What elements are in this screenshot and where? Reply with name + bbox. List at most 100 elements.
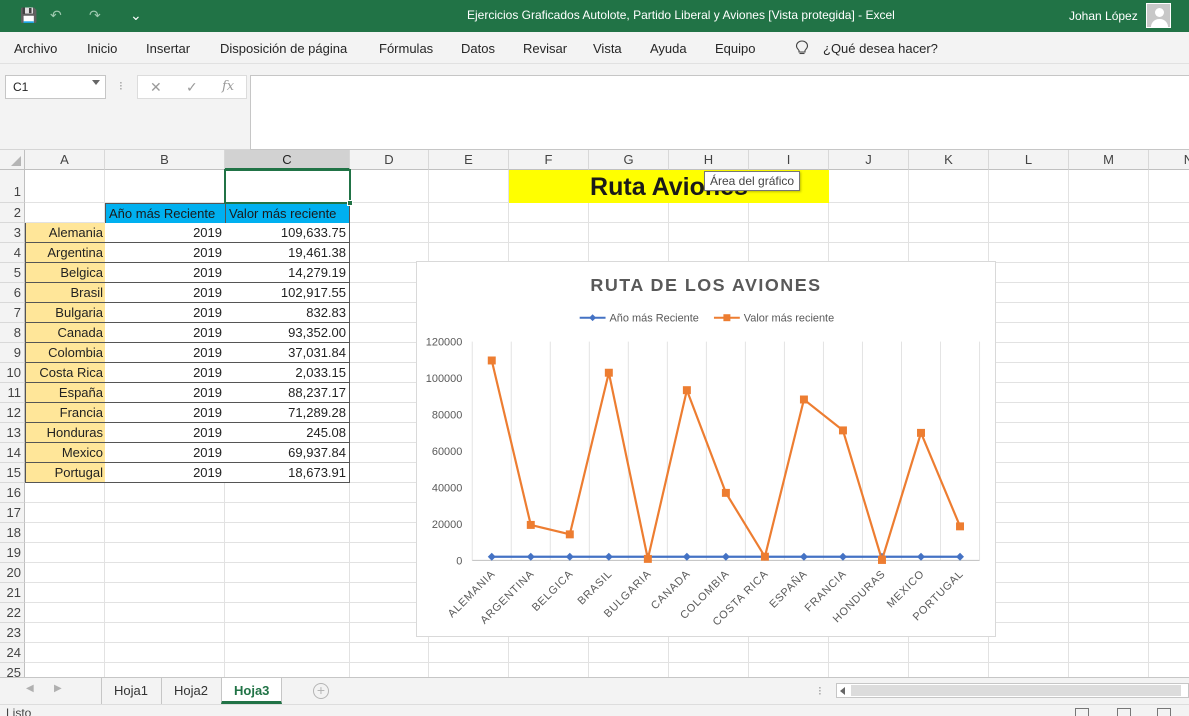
column-header-h[interactable]: H (669, 150, 749, 170)
year-cell[interactable]: 2019 (105, 223, 226, 243)
tab-datos[interactable]: Datos (461, 41, 495, 56)
tab-ayuda[interactable]: Ayuda (650, 41, 687, 56)
user-name[interactable]: Johan López (1069, 9, 1138, 23)
column-header-l[interactable]: L (989, 150, 1069, 170)
tab-equipo[interactable]: Equipo (715, 41, 755, 56)
country-cell[interactable]: Bulgaria (25, 303, 106, 323)
page-layout-view-icon[interactable] (1117, 708, 1131, 716)
name-box-dropdown-icon[interactable] (92, 80, 100, 85)
year-cell[interactable]: 2019 (105, 323, 226, 343)
undo-icon[interactable]: ↶ (50, 7, 62, 24)
row-header-2[interactable]: 2 (0, 203, 25, 223)
row-header-12[interactable]: 12 (0, 403, 25, 423)
enter-icon[interactable]: ✓ (186, 79, 198, 96)
column-header-c[interactable]: C (225, 150, 350, 170)
cancel-icon[interactable]: ✕ (150, 79, 162, 96)
column-header-b[interactable]: B (105, 150, 225, 170)
year-cell[interactable]: 2019 (105, 383, 226, 403)
country-cell[interactable]: Brasil (25, 283, 106, 303)
country-cell[interactable]: Belgica (25, 263, 106, 283)
tell-me-search[interactable]: ¿Qué desea hacer? (823, 41, 938, 56)
row-header-18[interactable]: 18 (0, 523, 25, 543)
value-cell[interactable]: 88,237.17 (225, 383, 350, 403)
country-cell[interactable]: Francia (25, 403, 106, 423)
year-cell[interactable]: 2019 (105, 303, 226, 323)
row-header-24[interactable]: 24 (0, 643, 25, 663)
row-header-10[interactable]: 10 (0, 363, 25, 383)
value-cell[interactable]: 14,279.19 (225, 263, 350, 283)
line-chart[interactable]: RUTA DE LOS AVIONES 0 20000 40000 60000 80000… (416, 261, 996, 637)
row-header-8[interactable]: 8 (0, 323, 25, 343)
row-header-5[interactable]: 5 (0, 263, 25, 283)
country-cell[interactable]: Colombia (25, 343, 106, 363)
select-all-button[interactable] (0, 150, 25, 170)
formula-bar-grip-icon[interactable]: ⁝ (119, 79, 123, 93)
scroll-left-icon[interactable] (840, 687, 845, 695)
row-header-4[interactable]: 4 (0, 243, 25, 263)
country-cell[interactable]: Argentina (25, 243, 106, 263)
row-header-23[interactable]: 23 (0, 623, 25, 643)
row-header-14[interactable]: 14 (0, 443, 25, 463)
column-header-e[interactable]: E (429, 150, 509, 170)
country-cell[interactable]: Mexico (25, 443, 106, 463)
row-header-13[interactable]: 13 (0, 423, 25, 443)
value-cell[interactable]: 71,289.28 (225, 403, 350, 423)
value-cell[interactable]: 37,031.84 (225, 343, 350, 363)
redo-icon[interactable]: ↷ (89, 7, 101, 24)
tab-vista[interactable]: Vista (593, 41, 622, 56)
scrollbar-thumb[interactable] (851, 685, 1181, 696)
row-header-17[interactable]: 17 (0, 503, 25, 523)
column-header-f[interactable]: F (509, 150, 589, 170)
column-header-g[interactable]: G (589, 150, 669, 170)
column-header-k[interactable]: K (909, 150, 989, 170)
year-cell[interactable]: 2019 (105, 463, 226, 483)
name-box[interactable]: C1 (5, 75, 106, 99)
value-cell[interactable]: 18,673.91 (225, 463, 350, 483)
header-year[interactable]: Año más Reciente (105, 203, 226, 224)
column-header-n[interactable]: N (1149, 150, 1189, 170)
add-sheet-icon[interactable]: + (313, 683, 329, 699)
prev-sheet-icon[interactable]: ◀ (26, 683, 34, 694)
year-cell[interactable]: 2019 (105, 243, 226, 263)
next-sheet-icon[interactable]: ▶ (54, 683, 62, 694)
year-cell[interactable]: 2019 (105, 283, 226, 303)
year-cell[interactable]: 2019 (105, 443, 226, 463)
year-cell[interactable]: 2019 (105, 363, 226, 383)
country-cell[interactable]: Portugal (25, 463, 106, 483)
selected-cell-c1[interactable] (224, 169, 353, 206)
year-cell[interactable]: 2019 (105, 423, 226, 443)
worksheet-grid[interactable]: ABCDEFGHIJKLMN 1 2 3 4 5 6 7 8 9 10 11 12 13 14 15 16 17… (0, 150, 1189, 677)
column-header-a[interactable]: A (25, 150, 105, 170)
save-icon[interactable]: 💾 (20, 7, 37, 24)
country-cell[interactable]: Honduras (25, 423, 106, 443)
country-cell[interactable]: Alemania (25, 223, 106, 243)
value-cell[interactable]: 19,461.38 (225, 243, 350, 263)
row-header-21[interactable]: 21 (0, 583, 25, 603)
tab-disposicion[interactable]: Disposición de página (220, 41, 347, 56)
header-value[interactable]: Valor más reciente (225, 203, 350, 224)
value-cell[interactable]: 245.08 (225, 423, 350, 443)
horizontal-scrollbar[interactable] (836, 683, 1189, 698)
row-header-1[interactable]: 1 (0, 170, 25, 203)
normal-view-icon[interactable] (1075, 708, 1089, 716)
year-cell[interactable]: 2019 (105, 343, 226, 363)
row-header-6[interactable]: 6 (0, 283, 25, 303)
row-header-11[interactable]: 11 (0, 383, 25, 403)
value-cell[interactable]: 109,633.75 (225, 223, 350, 243)
value-cell[interactable]: 69,937.84 (225, 443, 350, 463)
column-header-m[interactable]: M (1069, 150, 1149, 170)
customize-quick-access-icon[interactable]: ⌄ (130, 7, 142, 24)
tab-insertar[interactable]: Insertar (146, 41, 190, 56)
row-header-22[interactable]: 22 (0, 603, 25, 623)
row-header-7[interactable]: 7 (0, 303, 25, 323)
column-header-i[interactable]: I (749, 150, 829, 170)
tab-revisar[interactable]: Revisar (523, 41, 567, 56)
row-header-16[interactable]: 16 (0, 483, 25, 503)
row-header-3[interactable]: 3 (0, 223, 25, 243)
page-break-view-icon[interactable] (1157, 708, 1171, 716)
avatar[interactable] (1146, 3, 1171, 28)
row-header-25[interactable]: 25 (0, 663, 25, 677)
insert-function-icon[interactable]: fx (222, 79, 234, 94)
sheet-tab-hoja3[interactable]: Hoja3 (221, 678, 283, 704)
tab-splitter-icon[interactable]: ⁝ (818, 684, 822, 698)
